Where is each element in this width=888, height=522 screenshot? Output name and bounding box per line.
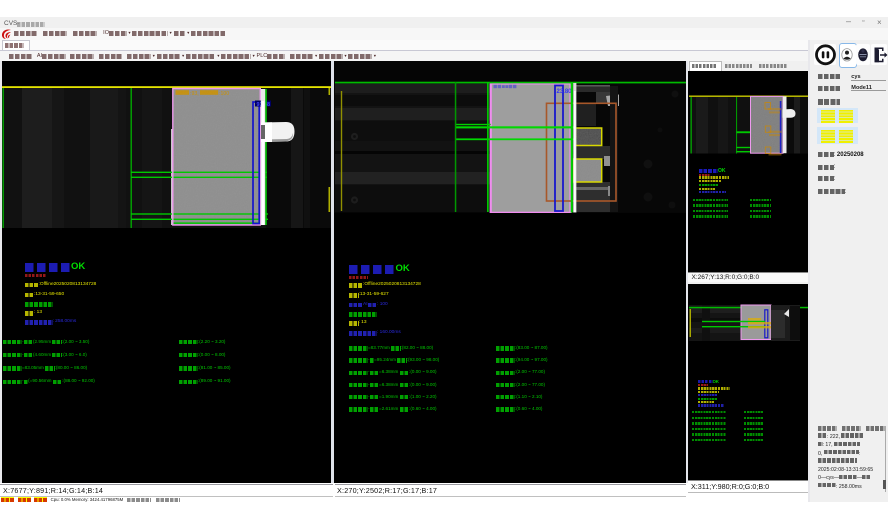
svg-text::93,: :93, <box>190 91 199 97</box>
svg-text:23.80: 23.80 <box>557 89 573 95</box>
svg-text::100: :100 <box>219 91 229 97</box>
